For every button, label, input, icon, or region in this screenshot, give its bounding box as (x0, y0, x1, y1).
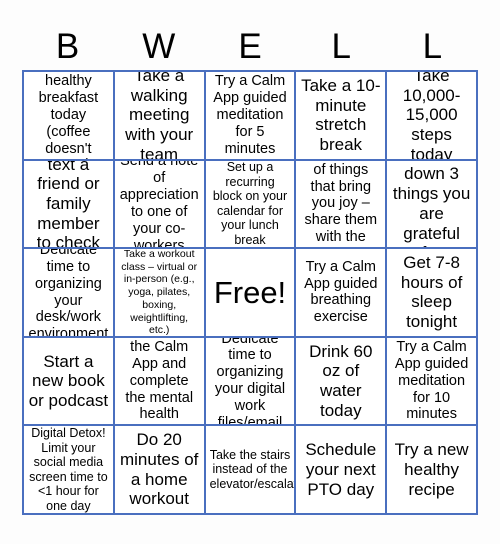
bingo-cell[interactable]: Schedule your next PTO day (296, 426, 388, 515)
bingo-cell-label: Try a Calm App guided meditation for 5 m… (213, 73, 287, 157)
bingo-header-letter-4: L (422, 26, 443, 66)
bingo-cell-label: Schedule your next PTO day (305, 440, 377, 499)
bingo-cell[interactable]: Send a note of appreciation to one of yo… (114, 160, 206, 250)
bingo-card: B W E L L Eat a healthy breakfast today (cof… (0, 0, 500, 544)
bingo-cell-label: Get 7-8 hours of sleep tonight (400, 253, 463, 332)
bingo-cell[interactable]: Take the stairs instead of the elevator/… (205, 426, 297, 515)
bingo-cell[interactable]: Try a Calm App guided breathing exercise (296, 249, 388, 338)
bingo-grid: Eat a healthy breakfast today (coffee do… (22, 70, 478, 515)
bingo-cell[interactable]: Try a new healthy recipe (387, 426, 478, 515)
bingo-cell-label: Start a new book or podcast (28, 351, 109, 410)
bingo-cell-label: Dedicate time to organizing your digital… (214, 337, 286, 427)
bingo-cell[interactable]: Take photos of things that bring you joy… (296, 160, 388, 250)
bingo-cell[interactable]: Get 7-8 hours of sleep tonight (387, 249, 478, 338)
bingo-cell-label: Try a new healthy recipe (394, 440, 469, 499)
bingo-cell-label: Download the Calm App and complete the m… (125, 338, 194, 425)
bingo-header-letter-2: E (238, 26, 262, 66)
bingo-cell[interactable]: Take a 10-minute stretch break (296, 72, 388, 161)
bingo-cell-label: Free! (213, 274, 287, 310)
bingo-cell[interactable]: Call or text a friend or family member t… (24, 160, 115, 250)
bingo-cell-label: Call or text a friend or family member t… (36, 160, 101, 250)
bingo-cell[interactable]: Eat a healthy breakfast today (coffee do… (24, 72, 115, 161)
bingo-cell[interactable]: Digital Detox! Limit your social media s… (24, 426, 115, 515)
bingo-header-letter-3: L (331, 26, 351, 66)
bingo-cell[interactable]: Drink 60 oz of water today (296, 337, 388, 427)
bingo-cell-label: Take 10,000-15,000 steps today (402, 72, 461, 161)
bingo-cell[interactable]: Take a walking meeting with your team (114, 72, 206, 161)
bingo-cell-label: Take a workout class – virtual or in-per… (121, 249, 198, 337)
bingo-cell[interactable]: Download the Calm App and complete the m… (114, 337, 206, 427)
bingo-header: BWELL (22, 22, 478, 70)
bingo-cell-label: Try a Calm App guided meditation for 10 … (394, 339, 469, 423)
bingo-cell-label: Do 20 minutes of a home workout (119, 430, 199, 509)
bingo-cell-label: Take the stairs instead of the elevator/… (209, 447, 295, 491)
bingo-cell-label: Take a 10-minute stretch break (301, 75, 381, 155)
bingo-cell-label: Set up a recurring block on your calenda… (212, 160, 288, 247)
bingo-header-letter-0: B (55, 26, 80, 66)
bingo-cell[interactable]: Try a Calm App guided meditation for 5 m… (205, 72, 297, 161)
bingo-cell-label: Try a Calm App guided breathing exercise (304, 258, 378, 326)
bingo-cell[interactable]: Take 10,000-15,000 steps today (387, 72, 478, 161)
bingo-cell-label: Eat a healthy breakfast today (coffee do… (38, 72, 99, 159)
bingo-cell-label: Send a note of appreciation to one of yo… (119, 160, 199, 250)
bingo-cell-label: Dedicate time to organizing your desk/wo… (28, 249, 109, 338)
bingo-cell[interactable]: Dedicate time to organizing your digital… (205, 337, 297, 427)
bingo-cell[interactable]: Take a workout class – virtual or in-per… (114, 249, 206, 338)
bingo-cell[interactable]: Try a Calm App guided meditation for 10 … (387, 337, 478, 427)
bingo-cell-label: Drink 60 oz of water today (309, 341, 373, 420)
bingo-cell[interactable]: Start a new book or podcast (24, 337, 115, 427)
bingo-cell-label: Write down 3 things you are grateful for (392, 161, 471, 248)
bingo-header-letter-1: W (142, 26, 176, 66)
bingo-cell[interactable]: Dedicate time to organizing your desk/wo… (24, 249, 115, 338)
bingo-cell-free[interactable]: Free! (205, 249, 297, 338)
bingo-cell[interactable]: Write down 3 things you are grateful for (387, 160, 478, 250)
bingo-cell-label: Take photos of things that bring you joy… (302, 161, 380, 248)
bingo-cell-label: Take a walking meeting with your team (125, 72, 194, 161)
bingo-cell-label: Digital Detox! Limit your social media s… (29, 426, 108, 513)
bingo-cell[interactable]: Set up a recurring block on your calenda… (205, 160, 297, 250)
bingo-cell[interactable]: Do 20 minutes of a home workout (114, 426, 206, 515)
